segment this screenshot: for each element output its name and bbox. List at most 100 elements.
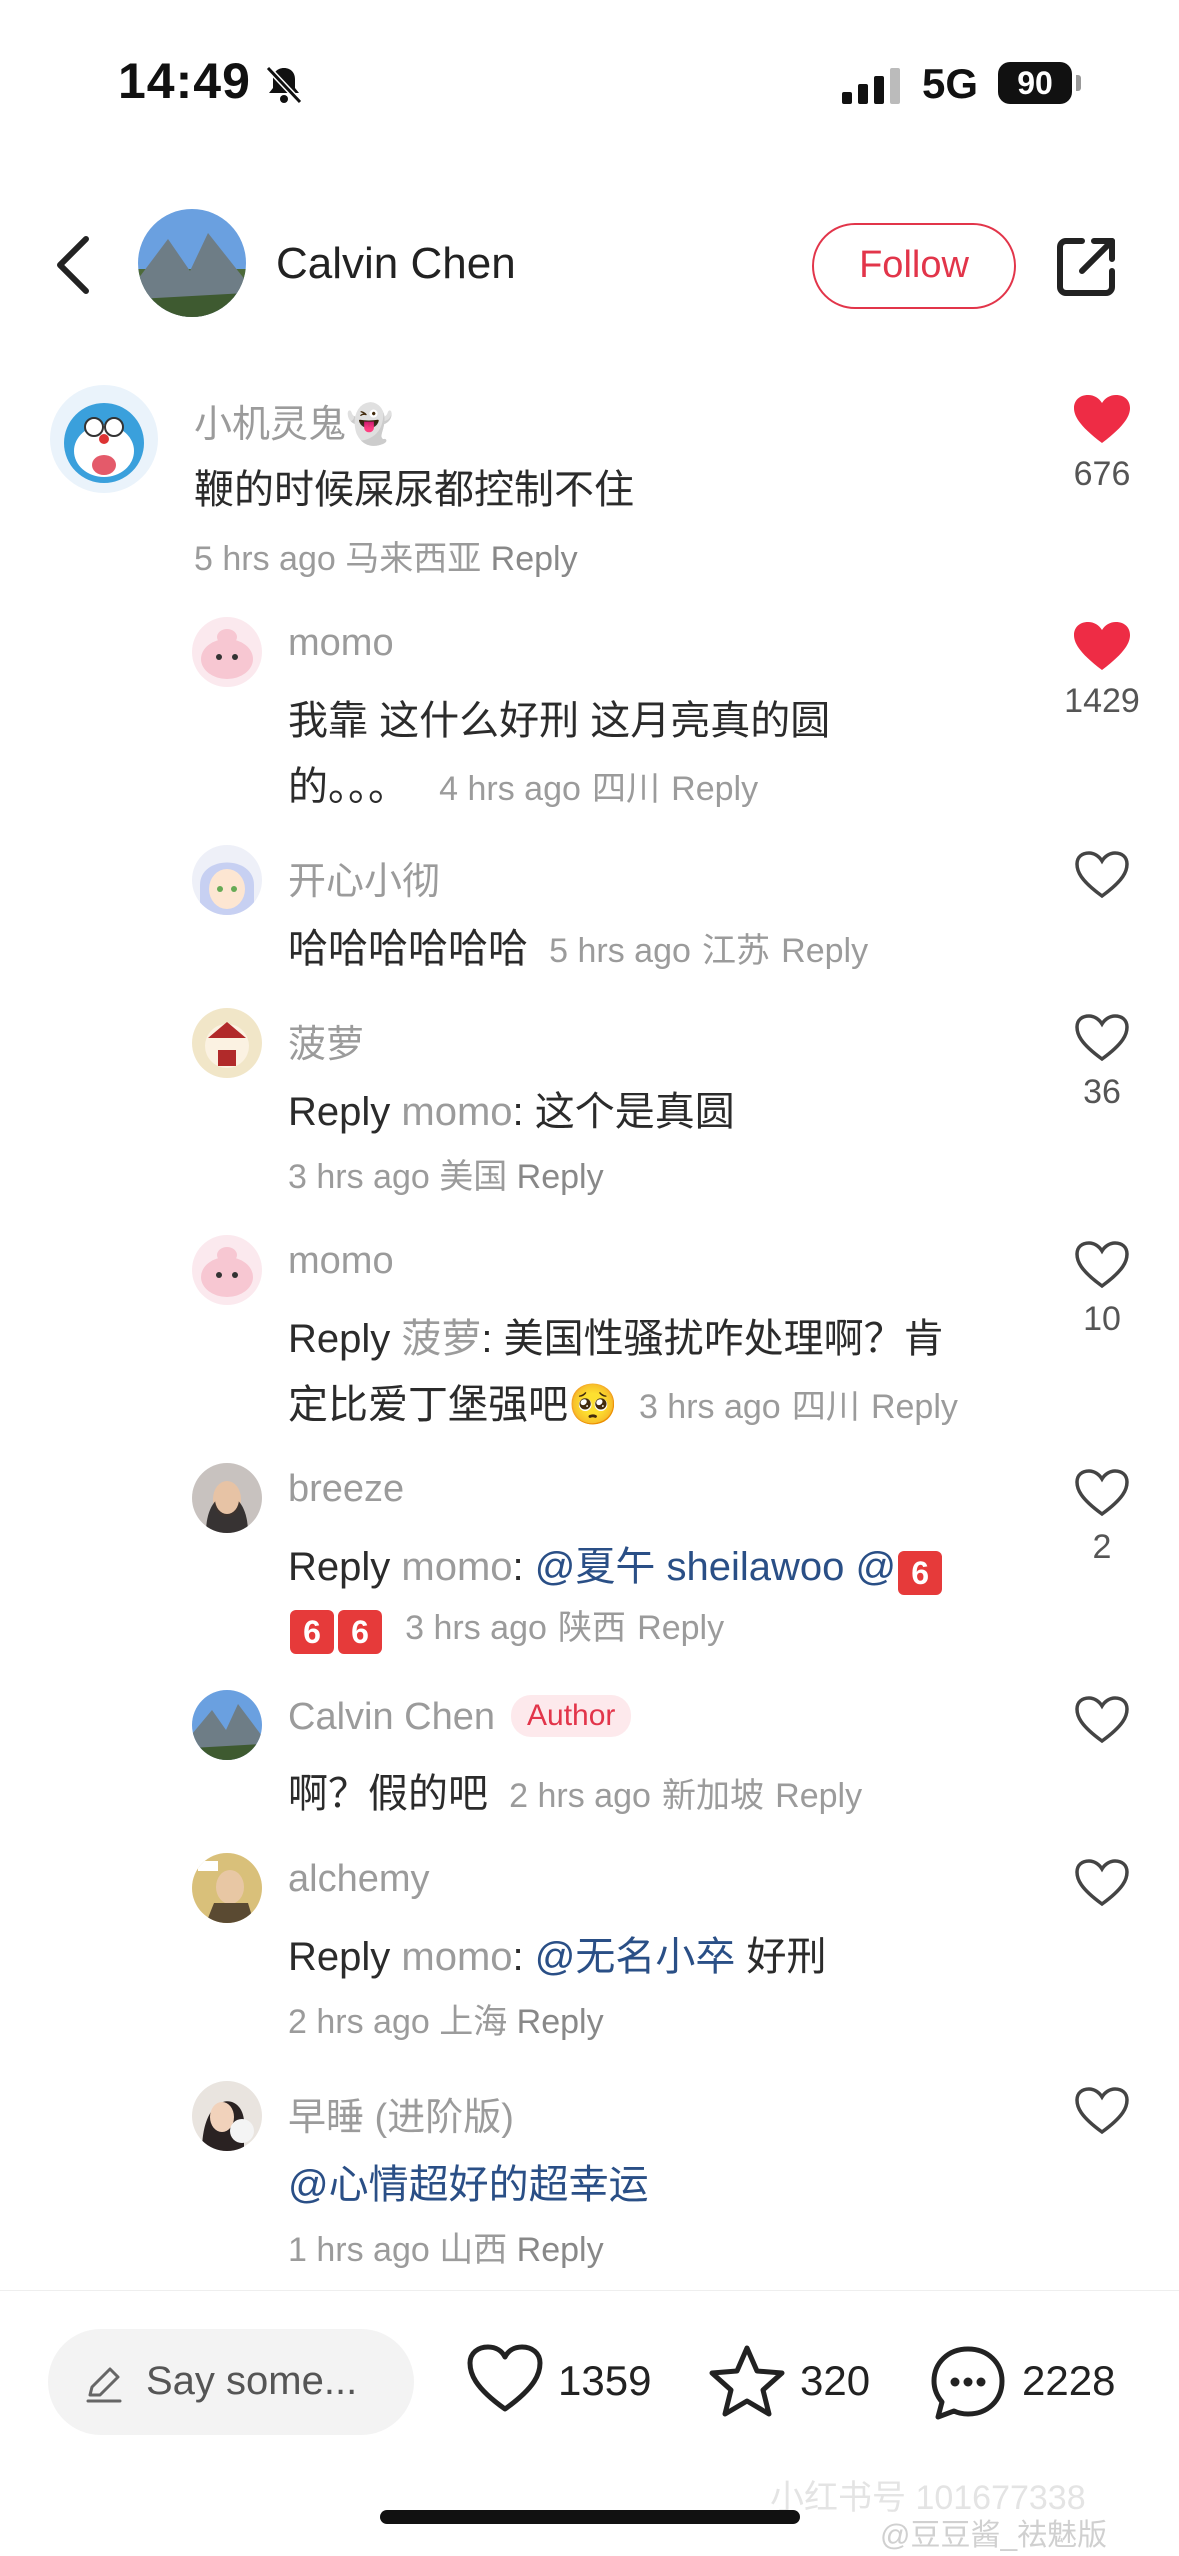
reply-button[interactable]: Reply (517, 2231, 604, 2269)
like-post-button[interactable]: 1359 (466, 2343, 666, 2423)
avatar[interactable] (50, 385, 158, 493)
comment-text-line: 啊？假的吧 2 hrs ago 新加坡 Reply (288, 1761, 862, 1819)
post-like-count: 1359 (558, 2357, 652, 2404)
comment-text: 好刑 (746, 1935, 827, 1979)
comment-input[interactable]: Say some... (48, 2329, 414, 2435)
keycap-six-emoji: 6 (290, 1610, 334, 1654)
comment-item: alchemy Reply momo: @无名小卒 好刑 2 hrs ago 上… (0, 1848, 1179, 2048)
comment-item: breeze Reply momo: @夏午 sheilawoo @6 66 3… (0, 1458, 1179, 1658)
avatar[interactable] (192, 845, 262, 915)
comment-location: 马来西亚 (345, 540, 482, 578)
avatar[interactable] (192, 1463, 262, 1533)
avatar[interactable] (192, 1690, 262, 1760)
star-outline-icon (709, 2345, 785, 2417)
comment-location: 上海 (439, 2003, 508, 2041)
author-avatar[interactable] (138, 209, 246, 317)
mention-link[interactable]: @心情超好的超幸运 (288, 2163, 649, 2207)
reply-button[interactable]: Reply (781, 932, 868, 970)
avatar[interactable] (192, 617, 262, 687)
comment-text-line2: 66 3 hrs ago 陕西 Reply (288, 1600, 724, 1654)
status-time: 14:49 (118, 53, 251, 109)
commenter-name[interactable]: 菠萝 (288, 1013, 364, 1068)
reply-to-user[interactable]: momo (401, 1935, 512, 1979)
reply-to-user[interactable]: momo (401, 1545, 512, 1589)
comment-meta: 2 hrs ago 上海 Reply (288, 1994, 604, 2043)
like-button[interactable]: 2 (1042, 1468, 1162, 1567)
commenter-name[interactable]: 开心小彻 (288, 850, 440, 905)
comment-item: 开心小彻 哈哈哈哈哈哈 5 hrs ago 江苏 Reply (0, 840, 1179, 980)
comment-time: 2 hrs ago (288, 2003, 430, 2041)
battery-tip (1076, 75, 1081, 91)
heart-outline-icon (1075, 1859, 1129, 1907)
like-button[interactable] (1042, 2086, 1162, 2136)
heart-outline-icon (1075, 1696, 1129, 1744)
reply-to-user[interactable]: 菠萝 (401, 1317, 481, 1361)
comment-text: : 这个是真圆 (512, 1090, 735, 1134)
avatar[interactable] (192, 2081, 262, 2151)
signal-icon (842, 68, 900, 104)
reply-prefix: Reply (288, 1935, 391, 1979)
commenter-name[interactable]: alchemy (288, 1858, 430, 1901)
commenter-name[interactable]: breeze (288, 1468, 404, 1511)
reply-button[interactable]: Reply (517, 2003, 604, 2041)
like-button[interactable] (1042, 1858, 1162, 1908)
comment-text: 我靠 这什么好刑 这月亮真的圆 (288, 699, 831, 743)
keycap-six-emoji: 6 (898, 1551, 943, 1595)
like-count: 10 (1083, 1300, 1121, 1338)
author-name[interactable]: Calvin Chen (276, 239, 516, 289)
comment-text: 哈哈哈哈哈哈 (288, 927, 528, 971)
like-button[interactable]: 1429 (1042, 622, 1162, 721)
like-button[interactable]: 10 (1042, 1240, 1162, 1339)
like-count: 2 (1092, 1528, 1112, 1566)
mention-link[interactable]: @夏午 sheilawoo @ (535, 1545, 896, 1589)
comment-text: : 美国性骚扰咋处理啊？肯 (481, 1317, 944, 1361)
colon: : (512, 1545, 524, 1589)
reply-button[interactable]: Reply (775, 1777, 862, 1815)
like-button[interactable] (1042, 1695, 1162, 1745)
follow-button[interactable]: Follow (812, 223, 1016, 309)
comment-time: 5 hrs ago (549, 932, 691, 970)
mention-link[interactable]: @无名小卒 (535, 1935, 736, 1979)
status-bar: 14:49 5G 90 (0, 0, 1179, 170)
heart-outline-icon (1075, 2087, 1129, 2135)
like-button[interactable]: 676 (1042, 395, 1162, 494)
reply-button[interactable]: Reply (637, 1609, 724, 1647)
comment-time: 5 hrs ago (194, 540, 336, 578)
heart-outline-icon (1075, 1469, 1129, 1517)
comment-text-line: @心情超好的超幸运 (288, 2152, 649, 2210)
like-count: 676 (1073, 455, 1131, 493)
share-icon[interactable] (1052, 231, 1122, 301)
reply-to-user[interactable]: momo (401, 1090, 512, 1134)
commenter-name[interactable]: Calvin Chen (288, 1696, 495, 1738)
commenter-name[interactable]: momo (288, 622, 394, 665)
avatar[interactable] (192, 1008, 262, 1078)
comment-time: 1 hrs ago (288, 2231, 430, 2269)
reply-button[interactable]: Reply (491, 540, 578, 578)
comment-text-line: Reply momo: @无名小卒 好刑 (288, 1924, 827, 1982)
like-button[interactable] (1042, 850, 1162, 910)
comment-location: 山西 (439, 2231, 508, 2269)
like-count: 36 (1083, 1073, 1121, 1111)
reply-button[interactable]: Reply (671, 770, 758, 808)
comment-item: Calvin Chen Author 啊？假的吧 2 hrs ago 新加坡 Re… (0, 1685, 1179, 1825)
heart-outline-icon (467, 2344, 543, 2412)
like-count: 1429 (1064, 682, 1140, 720)
pencil-icon (86, 2367, 122, 2403)
reply-button[interactable]: Reply (871, 1388, 958, 1426)
reply-prefix: Reply (288, 1317, 391, 1361)
back-icon[interactable] (40, 225, 110, 305)
comment-text-tail: 定比爱丁堡强吧🥺 (288, 1383, 618, 1427)
reply-button[interactable]: Reply (517, 1158, 604, 1196)
comments-button[interactable]: 2228 (928, 2343, 1128, 2423)
commenter-name[interactable]: momo (288, 1240, 394, 1283)
like-button[interactable]: 36 (1042, 1013, 1162, 1112)
home-indicator[interactable] (380, 2510, 800, 2524)
avatar[interactable] (192, 1853, 262, 1923)
avatar[interactable] (192, 1235, 262, 1305)
favorite-count: 320 (800, 2357, 871, 2404)
comment-meta: 3 hrs ago 美国 Reply (288, 1149, 604, 1198)
favorite-button[interactable]: 320 (708, 2343, 888, 2423)
commenter-name[interactable]: 小机灵鬼👻 (194, 393, 393, 448)
header: Calvin Chen Follow (0, 195, 1179, 335)
commenter-name[interactable]: 早睡 (进阶版) (288, 2086, 514, 2141)
